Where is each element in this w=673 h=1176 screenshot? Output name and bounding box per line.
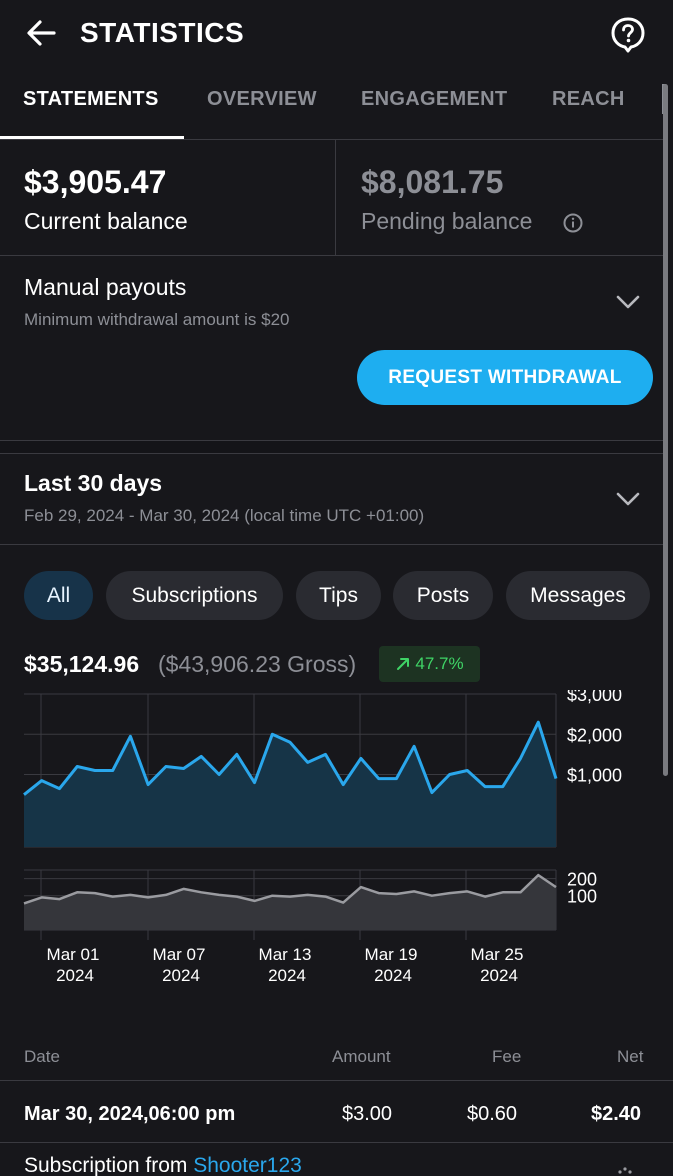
manual-payouts-title: Manual payouts <box>24 274 187 300</box>
row-amount: $3.00 <box>342 1103 393 1125</box>
chevron-down-icon[interactable] <box>615 289 641 315</box>
scrollbar[interactable] <box>663 84 668 776</box>
user-link[interactable]: Shooter123 <box>193 1154 302 1176</box>
growth-percent: 47.7% <box>415 654 464 673</box>
x-tick-year: 2024 <box>162 966 200 985</box>
period-title: Last 30 days <box>24 470 163 496</box>
tab-bar: STATEMENTS OVERVIEW ENGAGEMENT REACH <box>0 72 666 140</box>
page-title: STATISTICS <box>80 17 245 48</box>
balances-panel: $3,905.47 Current balance $8,081.75 Pend… <box>0 140 663 256</box>
table-divider <box>0 1080 673 1081</box>
x-tick-label: Mar 25 <box>471 945 524 964</box>
column-header-amount: Amount <box>332 1047 391 1066</box>
manual-payouts-subtitle: Minimum withdrawal amount is $20 <box>24 310 290 329</box>
filter-chip-all[interactable]: All <box>24 571 93 620</box>
x-tick-label: Mar 13 <box>259 945 312 964</box>
column-header-fee: Fee <box>492 1047 522 1066</box>
current-balance-label: Current balance <box>24 208 188 234</box>
growth-badge: 47.7% <box>379 646 480 682</box>
tab-engagement[interactable]: ENGAGEMENT <box>361 88 507 111</box>
tab-statements[interactable]: STATEMENTS <box>23 88 159 111</box>
help-icon[interactable] <box>609 16 647 54</box>
filter-chip-subscriptions[interactable]: Subscriptions <box>106 571 283 620</box>
series-area <box>24 875 556 930</box>
row-date: Mar 30, 2024,06:00 pm <box>24 1103 236 1125</box>
x-tick-year: 2024 <box>56 966 94 985</box>
trend-up-icon <box>397 658 410 670</box>
x-tick-year: 2024 <box>480 966 518 985</box>
active-tab-indicator <box>0 136 184 139</box>
row-fee: $0.60 <box>467 1103 518 1125</box>
balance-divider <box>335 140 336 256</box>
y-tick-label: $1,000 <box>567 766 622 786</box>
section-divider <box>0 440 663 454</box>
filter-chip-tips[interactable]: Tips <box>296 571 381 620</box>
y-tick-label: $2,000 <box>567 725 622 745</box>
tab-overview[interactable]: OVERVIEW <box>207 88 317 111</box>
pending-balance-label: Pending balance <box>361 208 533 234</box>
chevron-down-icon[interactable] <box>615 486 641 512</box>
filter-chip-posts[interactable]: Posts <box>393 571 493 620</box>
x-tick-year: 2024 <box>374 966 412 985</box>
request-withdrawal-button[interactable]: REQUEST WITHDRAWAL <box>357 350 653 405</box>
row-net: $2.40 <box>591 1103 642 1125</box>
current-balance-value: $3,905.47 <box>24 164 167 200</box>
earnings-chart: $3,000$2,000$1,000200100Mar 012024Mar 07… <box>23 690 622 985</box>
loading-spinner-icon <box>618 1167 632 1174</box>
pending-balance-value: $8,081.75 <box>361 164 504 200</box>
tab-reach[interactable]: REACH <box>552 88 625 111</box>
column-header-net: Net <box>617 1047 644 1066</box>
x-tick-year: 2024 <box>268 966 306 985</box>
divider <box>0 544 663 545</box>
total-net-amount: $35,124.96 <box>24 651 140 677</box>
row-description: Subscription from Shooter123 <box>24 1152 302 1176</box>
table-divider <box>0 1142 673 1143</box>
filter-chip-messages[interactable]: Messages <box>506 571 650 620</box>
x-tick-label: Mar 07 <box>153 945 206 964</box>
back-arrow-icon[interactable] <box>24 16 58 50</box>
row-description-prefix: Subscription from <box>24 1154 188 1176</box>
x-tick-label: Mar 19 <box>365 945 418 964</box>
total-gross-amount: ($43,906.23 Gross) <box>158 651 357 677</box>
y-tick-label: $3,000 <box>567 690 622 705</box>
period-subtitle: Feb 29, 2024 - Mar 30, 2024 (local time … <box>24 506 425 525</box>
y-tick-label: 100 <box>567 887 597 907</box>
info-icon[interactable] <box>562 212 584 234</box>
column-header-date: Date <box>24 1047 60 1066</box>
x-tick-label: Mar 01 <box>47 945 100 964</box>
